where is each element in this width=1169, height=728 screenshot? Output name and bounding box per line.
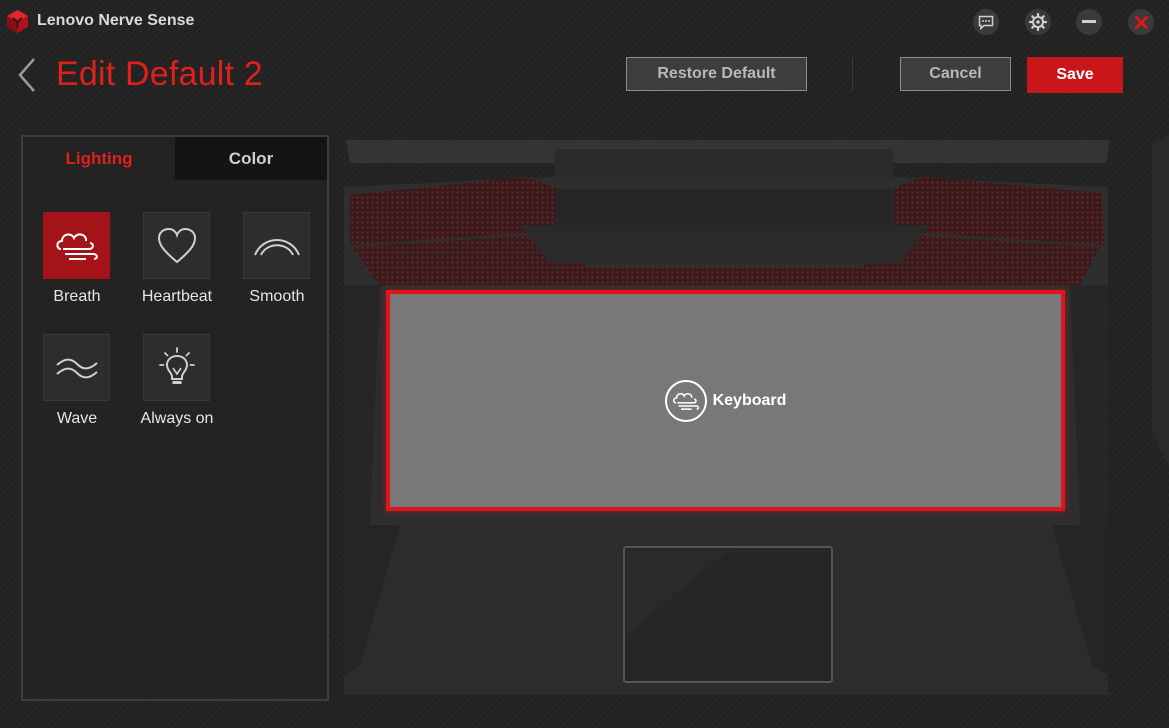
keyboard-zone-label: Keyboard (712, 391, 787, 409)
feedback-button[interactable] (973, 9, 999, 35)
keyboard-zone-effect-icon (664, 379, 707, 422)
app-title: Lenovo Nerve Sense (37, 12, 195, 29)
feedback-icon (978, 15, 994, 30)
smooth-arc-icon (253, 238, 300, 256)
effect-wave[interactable]: Wave (32, 334, 122, 444)
effect-heartbeat[interactable]: Heartbeat (132, 212, 222, 322)
effect-label: Wave (56, 410, 98, 427)
app-window: Lenovo Nerve Sense Edit Default 2 Restor… (0, 0, 1169, 728)
settings-button[interactable] (1025, 9, 1051, 35)
keyboard-zone-content: Keyboard (664, 379, 787, 422)
title-bar: Lenovo Nerve Sense (0, 0, 1169, 44)
breath-icon (55, 232, 98, 260)
effect-tile (43, 212, 110, 279)
page-title: Edit Default 2 (56, 55, 263, 93)
effect-breath[interactable]: Breath (32, 212, 122, 322)
minimize-button[interactable] (1076, 9, 1102, 35)
lenovo-legion-logo-icon (7, 10, 28, 33)
effect-always-on[interactable]: Always on (132, 334, 222, 444)
cancel-button[interactable]: Cancel (900, 57, 1011, 91)
effect-tile (243, 212, 310, 279)
effect-tile (143, 334, 210, 401)
lightbulb-icon (158, 346, 195, 384)
save-button[interactable]: Save (1027, 57, 1123, 93)
effect-tile (43, 334, 110, 401)
effect-label: Smooth (249, 288, 305, 305)
effects-panel: Lighting Color Breath Heartbeat Smooth W… (21, 135, 329, 701)
effect-tile (143, 212, 210, 279)
restore-default-button[interactable]: Restore Default (626, 57, 807, 91)
minimize-icon (1082, 20, 1096, 23)
heart-icon (157, 227, 196, 263)
effect-label: Always on (140, 410, 214, 427)
tab-color[interactable]: Color (175, 137, 327, 180)
effect-label: Breath (53, 288, 101, 305)
keyboard-lighting-zone[interactable]: Keyboard (386, 290, 1065, 511)
breath-icon (672, 392, 699, 410)
effect-smooth[interactable]: Smooth (232, 212, 322, 322)
wave-icon (55, 358, 98, 378)
header-divider (852, 57, 853, 91)
close-icon (1134, 15, 1148, 29)
settings-gear-icon (1029, 13, 1047, 31)
close-button[interactable] (1128, 9, 1154, 35)
back-arrow-icon[interactable] (14, 56, 40, 94)
effect-label: Heartbeat (141, 288, 213, 305)
tab-lighting[interactable]: Lighting (23, 137, 175, 180)
